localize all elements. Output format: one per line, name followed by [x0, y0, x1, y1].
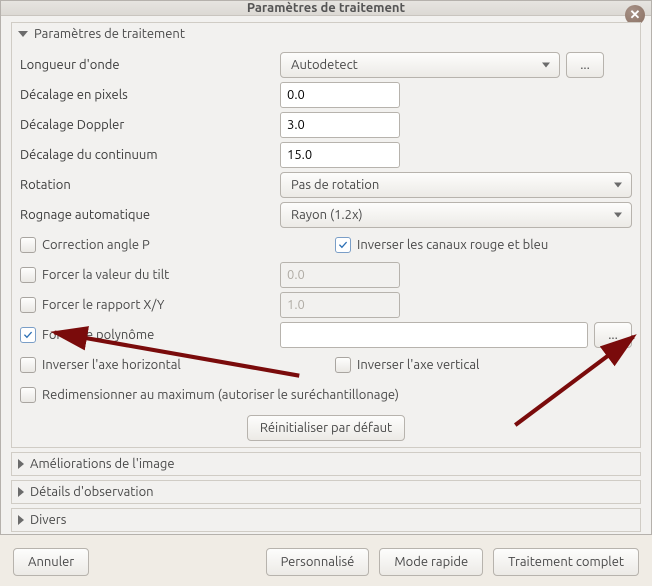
section-enhance-header[interactable]: Améliorations de l'image	[12, 453, 640, 475]
px-offset-input[interactable]	[280, 82, 400, 108]
force-poly-ellipsis-button[interactable]: ...	[594, 322, 632, 348]
swap-rb-checkbox[interactable]: Inverser les canaux rouge et bleu	[335, 237, 548, 253]
dialog-content: Paramètres de traitement Longueur d'onde…	[1, 16, 651, 540]
custom-button[interactable]: Personnalisé	[266, 548, 370, 576]
rotation-label: Rotation	[20, 178, 280, 192]
rotation-combo[interactable]: Pas de rotation	[280, 172, 632, 198]
dialog-window: Paramètres de traitement ✕ Paramètres de…	[0, 0, 652, 535]
window-title: Paramètres de traitement	[247, 1, 405, 15]
section-enhance-title: Améliorations de l'image	[30, 457, 175, 471]
section-enhance: Améliorations de l'image	[11, 452, 641, 476]
titlebar: Paramètres de traitement ✕	[1, 1, 651, 16]
force-tilt-checkbox[interactable]: Forcer la valeur du tilt	[20, 267, 169, 283]
autocrop-combo[interactable]: Rayon (1.2x)	[280, 202, 632, 228]
force-xy-input	[280, 292, 400, 318]
cancel-button[interactable]: Annuler	[13, 548, 89, 576]
checkbox-icon	[335, 237, 351, 253]
flip-h-checkbox[interactable]: Inverser l'axe horizontal	[20, 357, 181, 373]
p-angle-checkbox[interactable]: Correction angle P	[20, 237, 150, 253]
section-traitement: Paramètres de traitement Longueur d'onde…	[11, 22, 641, 448]
section-obs: Détails d'observation	[11, 480, 641, 504]
force-tilt-input	[280, 262, 400, 288]
section-traitement-header[interactable]: Paramètres de traitement	[12, 23, 640, 45]
reset-defaults-button[interactable]: Réinitialiser par défaut	[247, 415, 405, 441]
doppler-input[interactable]	[280, 112, 400, 138]
full-process-button[interactable]: Traitement complet	[493, 548, 639, 576]
resize-max-checkbox[interactable]: Redimensionner au maximum (autoriser le …	[20, 387, 399, 403]
checkbox-icon	[20, 267, 36, 283]
dialog-footer: Annuler Personnalisé Mode rapide Traitem…	[1, 540, 651, 586]
doppler-label: Décalage Doppler	[20, 118, 280, 132]
continuum-label: Décalage du continuum	[20, 148, 280, 162]
checkbox-icon	[20, 387, 36, 403]
checkbox-icon	[335, 357, 351, 373]
checkbox-icon	[20, 357, 36, 373]
chevron-down-icon	[18, 31, 28, 37]
wavelength-ellipsis-button[interactable]: ...	[566, 52, 604, 78]
force-poly-input[interactable]	[280, 322, 588, 348]
fast-mode-button[interactable]: Mode rapide	[379, 548, 483, 576]
checkbox-icon	[20, 297, 36, 313]
section-misc-title: Divers	[30, 513, 66, 527]
section-misc-header[interactable]: Divers	[12, 509, 640, 531]
chevron-right-icon	[18, 515, 24, 525]
continuum-input[interactable]	[280, 142, 400, 168]
chevron-right-icon	[18, 487, 24, 497]
section-traitement-body: Longueur d'onde Autodetect ... Décalage …	[12, 45, 640, 447]
wavelength-label: Longueur d'onde	[20, 58, 280, 72]
section-traitement-title: Paramètres de traitement	[34, 27, 185, 41]
checkbox-icon	[20, 237, 36, 253]
force-xy-checkbox[interactable]: Forcer le rapport X/Y	[20, 297, 164, 313]
wavelength-combo[interactable]: Autodetect	[280, 52, 560, 78]
checkbox-icon	[20, 327, 36, 343]
px-offset-label: Décalage en pixels	[20, 88, 280, 102]
section-misc: Divers	[11, 508, 641, 532]
chevron-right-icon	[18, 459, 24, 469]
section-obs-header[interactable]: Détails d'observation	[12, 481, 640, 503]
flip-v-checkbox[interactable]: Inverser l'axe vertical	[335, 357, 479, 373]
section-obs-title: Détails d'observation	[30, 485, 154, 499]
autocrop-label: Rognage automatique	[20, 208, 280, 222]
force-poly-checkbox[interactable]: Forcer le polynôme	[20, 327, 154, 343]
